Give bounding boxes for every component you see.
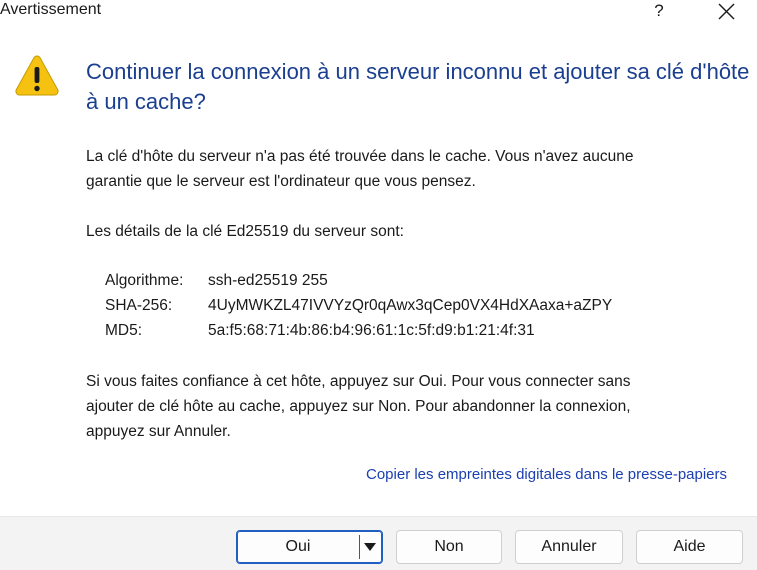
- fingerprint-row-md5: MD5: 5a:f5:68:71:4b:86:b4:96:61:1c:5f:d9…: [105, 318, 612, 343]
- warning-dialog: Avertissement ? Continuer la connexion à…: [0, 0, 757, 570]
- dialog-heading: Continuer la connexion à un serveur inco…: [86, 59, 750, 114]
- fingerprint-value: 5a:f5:68:71:4b:86:b4:96:61:1c:5f:d9:b1:2…: [208, 322, 535, 339]
- question-mark-icon: ?: [654, 1, 664, 20]
- key-details-intro: Les détails de la clé Ed25519 du serveur…: [86, 223, 404, 240]
- close-icon: [718, 3, 735, 20]
- fingerprint-label: Algorithme:: [105, 272, 184, 289]
- fingerprint-table: Algorithme: ssh-ed25519 255 SHA-256: 4Uy…: [105, 268, 612, 343]
- help-button[interactable]: ?: [646, 0, 672, 22]
- yes-button-label[interactable]: Oui: [237, 531, 359, 563]
- text-line: Si vous faites confiance à cet hôte, app…: [86, 373, 631, 390]
- text-line: appuyez sur Annuler.: [86, 423, 231, 440]
- fingerprint-row-algorithm: Algorithme: ssh-ed25519 255: [105, 268, 612, 293]
- fingerprint-value: ssh-ed25519 255: [208, 272, 328, 289]
- copy-fingerprints-link[interactable]: Copier les empreintes digitales dans le …: [366, 466, 727, 483]
- fingerprint-row-sha256: SHA-256: 4UyMWKZL47IVVYzQr0qAwx3qCep0VX4…: [105, 293, 612, 318]
- title-bar: Avertissement ?: [0, 0, 757, 26]
- cancel-button[interactable]: Annuler: [515, 530, 623, 564]
- fingerprint-label: MD5:: [105, 322, 143, 339]
- window-title: Avertissement: [0, 1, 102, 18]
- no-button[interactable]: Non: [396, 530, 502, 564]
- host-key-warning-text: La clé d'hôte du serveur n'a pas été tro…: [86, 144, 736, 194]
- text-line: garantie que le serveur est l'ordinateur…: [86, 173, 476, 190]
- instructions-text: Si vous faites confiance à cet hôte, app…: [86, 369, 736, 444]
- warning-icon: [15, 55, 59, 96]
- text-line: ajouter de clé hôte au cache, appuyez su…: [86, 398, 631, 415]
- close-button[interactable]: [712, 0, 742, 24]
- yes-split-button[interactable]: Oui: [236, 530, 383, 564]
- text-line: La clé d'hôte du serveur n'a pas été tro…: [86, 148, 634, 165]
- button-bar: Oui Non Annuler Aide: [0, 516, 757, 570]
- fingerprint-value: 4UyMWKZL47IVVYzQr0qAwx3qCep0VX4HdXAaxa+a…: [208, 297, 613, 314]
- dropdown-arrow-icon: [364, 543, 376, 551]
- fingerprint-label: SHA-256:: [105, 297, 173, 314]
- yes-dropdown-button[interactable]: [360, 531, 382, 563]
- help-dialog-button[interactable]: Aide: [636, 530, 743, 564]
